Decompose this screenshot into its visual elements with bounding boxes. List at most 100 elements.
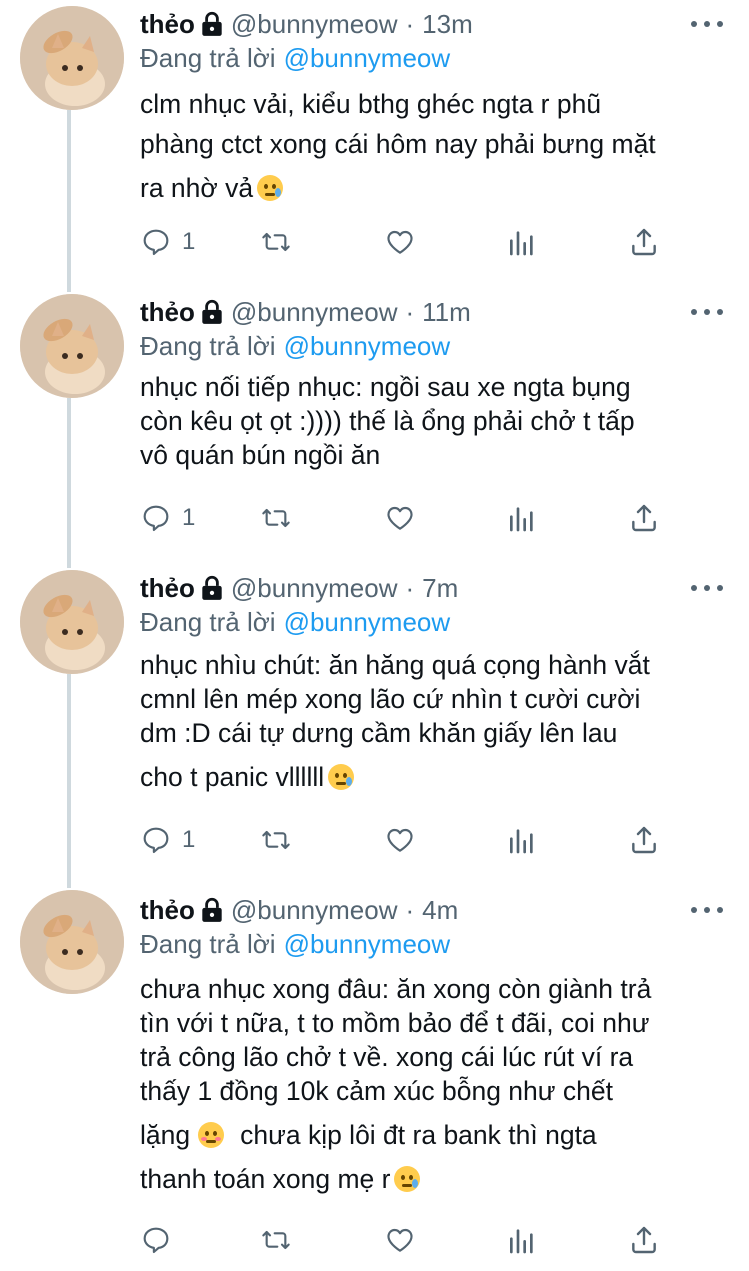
retweet-icon [262,232,290,252]
lock-icon [202,11,222,36]
tweet-text: nhục nhìu chút: ăn hăng quá cọng hành vắ… [140,648,723,794]
like-button[interactable] [384,1220,416,1260]
lock-icon [202,897,222,922]
replying-label: Đang trả lời [140,42,276,73]
reply-count: 1 [182,826,196,853]
tweet-text-line: tìn với t nữa, t to mồm bảo để t đãi, co… [140,1008,650,1038]
tweet-text-fragment: lặng [140,1120,191,1150]
tweet-text-line: chưa nhục xong đâu: ăn xong còn giành tr… [140,974,652,1004]
share-icon [632,826,656,854]
tweet-actions: 1 [140,820,670,860]
display-name[interactable]: thẻo [140,9,195,40]
avatar[interactable] [20,294,124,398]
avatar[interactable] [20,570,124,674]
share-button[interactable] [628,222,660,262]
reply-button[interactable]: 1 [140,222,195,262]
crying-smile-emoji [257,175,284,201]
share-button[interactable] [628,820,660,860]
tweet-text-line: thấy 1 đồng 10k cảm xúc bỗng như chết [140,1076,613,1106]
tweet-header: thẻo @bunnymeow · 13m [140,4,729,44]
retweet-button[interactable] [260,222,292,262]
tweet-actions [140,1220,670,1260]
reply-count: 1 [182,504,196,531]
replying-label: Đang trả lời [140,928,276,959]
analytics-icon [510,829,533,854]
reply-button[interactable]: 1 [140,820,195,860]
replying-to: Đang trả lời @bunnymeow [140,604,450,640]
tweet-header: thẻo @bunnymeow · 11m [140,292,729,332]
mention-link[interactable]: @bunnymeow [284,43,451,74]
tweet-text-line: nhục nối tiếp nhục: ngồi sau xe ngta bụn… [140,372,631,402]
separator: · [405,296,415,327]
analytics-button[interactable] [506,222,538,262]
analytics-button[interactable] [506,498,538,538]
like-button[interactable] [384,222,416,262]
analytics-icon [510,507,533,532]
tweet-text-line: lặng chưa kịp lôi đt ra bank thì ngta [140,1118,723,1152]
display-name[interactable]: thẻo [140,573,195,604]
share-icon [632,504,656,532]
like-button[interactable] [384,498,416,538]
lock-icon [202,575,222,600]
tweet-text: clm nhục vải, kiểu bthg ghéc ngta r phũ … [140,84,723,208]
timestamp[interactable]: 4m [422,895,458,926]
tweet-text: chưa nhục xong đâu: ăn xong còn giành tr… [140,972,723,1196]
like-button[interactable] [384,820,416,860]
reply-button[interactable]: 1 [140,498,195,538]
tweet-actions: 1 [140,222,670,262]
tweet-text-fragment: thanh toán xong mẹ r [140,1164,391,1194]
replying-to: Đang trả lời @bunnymeow [140,40,450,76]
reply-icon [143,505,169,532]
analytics-button[interactable] [506,820,538,860]
tweet-text-line: cho t panic vllllll [140,760,723,794]
replying-to: Đang trả lời @bunnymeow [140,926,450,962]
tweet-text-line: clm nhục vải, kiểu bthg ghéc ngta r phũ [140,89,602,119]
tweet-text-line: dm :D cái tự dưng cầm khăn giấy lên lau [140,718,618,748]
tweet-text-line: thanh toán xong mẹ r [140,1162,723,1196]
more-options-icon[interactable] [691,302,723,322]
more-options-icon[interactable] [691,14,723,34]
more-options-icon[interactable] [691,900,723,920]
tweet-header: thẻo @bunnymeow · 7m [140,568,729,608]
reply-button[interactable] [140,1220,182,1260]
handle[interactable]: @bunnymeow [231,297,398,328]
tweet-text-line: còn kêu ọt ọt :)))) thế là ổng phải chở … [140,406,635,436]
avatar[interactable] [20,6,124,110]
retweet-button[interactable] [260,820,292,860]
handle[interactable]: @bunnymeow [231,895,398,926]
timestamp[interactable]: 7m [422,573,458,604]
tweet-text-fragment: cho t panic vllllll [140,762,325,792]
mention-link[interactable]: @bunnymeow [284,607,451,638]
tweet-text-line: vô quán bún ngồi ăn [140,440,381,470]
heart-icon [387,230,413,254]
mention-link[interactable]: @bunnymeow [284,929,451,960]
mention-link[interactable]: @bunnymeow [284,331,451,362]
analytics-icon [510,231,533,256]
tweet[interactable]: thẻo @bunnymeow · 7m Đang trả lời @bunny… [0,564,749,884]
tweet-text-line: nhục nhìu chút: ăn hăng quá cọng hành vắ… [140,650,650,680]
reply-icon [143,827,169,854]
handle[interactable]: @bunnymeow [231,573,398,604]
timestamp[interactable]: 11m [422,297,471,328]
display-name[interactable]: thẻo [140,895,195,926]
display-name[interactable]: thẻo [140,297,195,328]
analytics-button[interactable] [506,1220,538,1260]
tweet-thread: thẻo @bunnymeow · 13m Đang trả lời @bunn… [0,0,749,1271]
share-button[interactable] [628,498,660,538]
retweet-button[interactable] [260,1220,292,1260]
tweet[interactable]: thẻo @bunnymeow · 4m Đang trả lời @bunny… [0,886,749,1271]
share-button[interactable] [628,1220,660,1260]
tweet-text-line: ra nhờ vả [140,168,723,208]
timestamp[interactable]: 13m [422,9,473,40]
smiling-blush-emoji [198,1122,225,1148]
tweet[interactable]: thẻo @bunnymeow · 11m Đang trả lời @bunn… [0,288,749,568]
avatar[interactable] [20,890,124,994]
tweet-header: thẻo @bunnymeow · 4m [140,890,729,930]
replying-label: Đang trả lời [140,606,276,637]
retweet-icon [262,1230,290,1250]
more-options-icon[interactable] [691,578,723,598]
tweet[interactable]: thẻo @bunnymeow · 13m Đang trả lời @bunn… [0,0,749,290]
handle[interactable]: @bunnymeow [231,9,398,40]
tweet-text-fragment: chưa kịp lôi đt ra bank thì ngta [240,1120,597,1150]
retweet-button[interactable] [260,498,292,538]
